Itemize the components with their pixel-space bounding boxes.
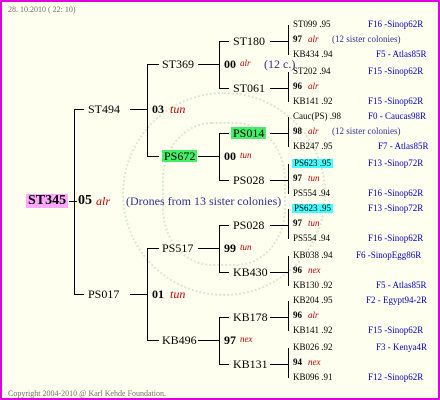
g3-queen-id: PS028 — [233, 218, 265, 232]
root-generation: 05 — [78, 193, 92, 208]
g1-generation: 03 — [152, 102, 164, 116]
leaf-line: F16 -Sinop62R — [368, 233, 424, 243]
g2-generation: 00 — [224, 149, 236, 163]
leaf-race: alr — [308, 81, 319, 91]
g2-note: (12 c.) — [264, 57, 296, 71]
leaf-line: F16 -Sinop62R — [368, 19, 424, 29]
g1-queen-id: ST494 — [88, 102, 121, 116]
g3-queen-id: KB178 — [233, 310, 268, 324]
leaf-race: alr — [308, 34, 319, 44]
g3-queen-id: PS028 — [233, 173, 265, 187]
leaf-id: PS554 .94 — [293, 233, 331, 243]
leaf-id: Cauc(PS) .98 — [293, 111, 341, 121]
leaf-id: KB204 .95 — [293, 295, 333, 305]
leaf-id: PS623 .95 — [292, 203, 334, 213]
g2-race: tun — [240, 150, 252, 160]
g3-queen-id: KB430 — [233, 265, 268, 279]
leaf-line: F15 -Sinop62R — [368, 66, 424, 76]
g1-queen-id: PS017 — [88, 287, 120, 301]
leaf-generation: 96 — [293, 265, 302, 275]
leaf-note: (12 sister colonies) — [332, 34, 401, 44]
leaf-id: KB026 .92 — [293, 342, 333, 352]
leaf-generation: 98 — [293, 126, 302, 136]
leaf-race: nex — [308, 357, 321, 367]
leaf-race: tun — [308, 218, 320, 228]
leaf-generation: 97 — [293, 34, 302, 44]
leaf-id: KB247 .95 — [293, 141, 333, 151]
pedigree-frame: 28. 10.2010 ( 22: 10) ST345 05 alr (Dron… — [0, 0, 440, 400]
leaf-line: F2 - Egypt94-2R — [366, 295, 428, 305]
timestamp-header: 28. 10.2010 ( 22: 10) — [8, 5, 76, 14]
leaf-line: F15 -Sinop62R — [368, 325, 424, 335]
leaf-id: KB141 .92 — [293, 325, 333, 335]
g2-race: nex — [240, 334, 253, 344]
g1-generation: 01 — [152, 287, 164, 301]
leaf-generation: 94 — [293, 357, 302, 367]
g3-queen-id: PS014 — [231, 126, 267, 140]
leaf-line: F3 - Kenya4R — [376, 342, 427, 352]
g2-generation: 99 — [224, 241, 236, 255]
leaf-line: F12 -Sinop62R — [368, 372, 424, 382]
root-queen-id: ST345 — [26, 193, 69, 208]
leaf-line: F13 -Sinop72R — [368, 203, 424, 213]
leaf-line: F7 - Atlas85R — [378, 141, 429, 151]
leaf-id: KB141 .92 — [293, 96, 333, 106]
leaf-line: F13 -Sinop72R — [368, 158, 424, 168]
g2-queen-id: KB496 — [162, 333, 197, 347]
leaf-id: ST099 .95 — [293, 19, 331, 29]
leaf-line: F16 -Sinop62R — [368, 188, 424, 198]
g1-race: tun — [170, 287, 186, 301]
g2-race: alr — [240, 58, 251, 68]
leaf-id: KB434 .94 — [293, 49, 333, 59]
root-race: alr — [96, 194, 111, 208]
leaf-line: F5 - Atlas85R — [376, 280, 427, 290]
g2-generation: 97 — [224, 333, 236, 347]
leaf-line: F6 -SinopEgg86R — [356, 250, 422, 260]
leaf-id: KB096 .91 — [293, 372, 333, 382]
leaf-id: KB130 .92 — [293, 280, 333, 290]
leaf-note: (12 sister colonies) — [332, 126, 401, 136]
leaf-generation: 96 — [293, 310, 302, 320]
leaf-generation: 96 — [293, 81, 302, 91]
leaf-id: PS623 .95 — [292, 158, 334, 168]
leaf-race: alr — [308, 126, 319, 136]
leaf-line: F15 -Sinop62R — [368, 96, 424, 106]
g3-queen-id: KB131 — [233, 357, 268, 371]
g2-queen-id: PS517 — [162, 241, 194, 255]
leaf-generation: 97 — [293, 218, 302, 228]
leaf-race: nex — [308, 265, 321, 275]
g3-queen-id: ST180 — [233, 34, 266, 48]
leaf-id: KB038 .94 — [293, 250, 333, 260]
leaf-race: alr — [308, 310, 319, 320]
leaf-line: F0 - Caucas98R — [368, 111, 426, 121]
leaf-line: F5 - Atlas85R — [376, 49, 427, 59]
g2-queen-id: ST369 — [162, 57, 195, 71]
leaf-id: ST202 .94 — [293, 66, 331, 76]
copyright-footer: Copyright 2004-2010 @ Karl Kehde Foundat… — [8, 389, 167, 398]
g1-race: tun — [170, 102, 186, 116]
leaf-id: PS554 .94 — [293, 188, 331, 198]
root-drone-note: (Drones from 13 sister colonies) — [126, 194, 282, 208]
leaf-generation: 97 — [293, 173, 302, 183]
g2-generation: 00 — [224, 57, 236, 71]
g2-queen-id: PS672 — [162, 149, 198, 163]
g2-race: tun — [240, 242, 252, 252]
leaf-race: tun — [308, 173, 320, 183]
g3-queen-id: ST061 — [233, 81, 266, 95]
